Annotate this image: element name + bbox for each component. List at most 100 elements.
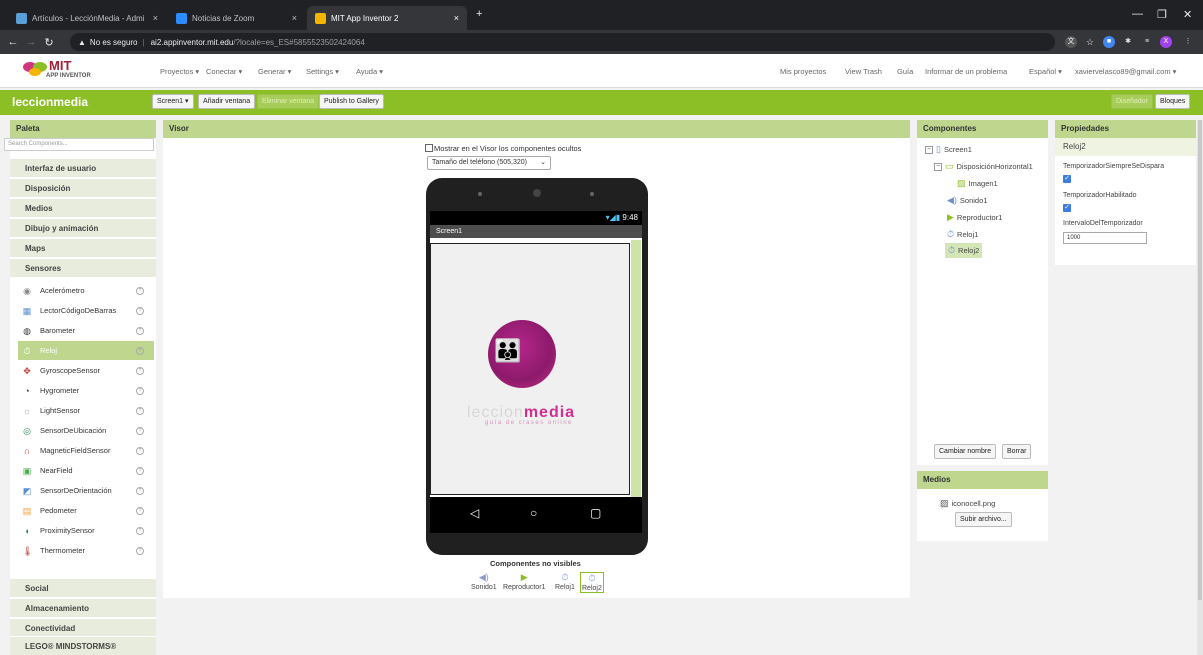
phone-size-select[interactable]: Tamaño del teléfono (505,320) ⌄ — [427, 156, 551, 170]
palette-item-magnetic[interactable]: ∩ MagneticFieldSensor? — [18, 441, 154, 460]
help-icon[interactable]: ? — [136, 466, 144, 475]
designer-button[interactable]: Diseñador — [1111, 94, 1153, 109]
category-disposicion[interactable]: Disposición — [10, 178, 156, 197]
close-tab-icon[interactable]: × — [454, 13, 459, 23]
link-view-trash[interactable]: View Trash — [845, 67, 882, 76]
tree-item-reloj1[interactable]: ⏱ Reloj1 — [947, 229, 978, 240]
palette-item-reloj[interactable]: ⏱ Reloj? — [18, 341, 154, 360]
palette-item-thermometer[interactable]: 🌡 Thermometer? — [18, 541, 154, 560]
page-scrollbar-thumb[interactable] — [1198, 120, 1202, 600]
minimize-icon[interactable]: — — [1132, 8, 1143, 20]
profile-avatar[interactable]: X — [1160, 36, 1172, 48]
close-window-icon[interactable]: ✕ — [1183, 8, 1192, 21]
help-icon[interactable]: ? — [136, 346, 144, 355]
help-icon[interactable]: ? — [136, 486, 144, 495]
puzzle-icon[interactable]: ✱ — [1122, 36, 1134, 48]
language-select[interactable]: Español ▾ — [1029, 67, 1062, 76]
translate-icon[interactable]: 文 — [1065, 36, 1077, 48]
nonvisible-reproductor1[interactable]: ▶ Reproductor1 — [503, 572, 545, 591]
account-menu[interactable]: xaviervelasco89@gmail.com ▾ — [1075, 67, 1176, 76]
browser-tab-active[interactable]: MIT App Inventor 2 × — [307, 6, 467, 30]
help-icon[interactable]: ? — [136, 446, 144, 455]
component-search-input[interactable]: Search Components... — [4, 138, 154, 151]
upload-button[interactable]: Subir archivo... — [955, 512, 1012, 527]
palette-item-hygrometer[interactable]: ◔ Hygrometer? — [18, 381, 154, 400]
help-icon[interactable]: ? — [136, 306, 144, 315]
collapse-icon[interactable]: − — [925, 145, 933, 154]
reload-icon[interactable]: ↻ — [40, 36, 58, 49]
category-social[interactable]: Social — [10, 578, 156, 597]
palette-item-lightsensor[interactable]: ☼ LightSensor? — [18, 401, 154, 420]
nonvisible-reloj2[interactable]: ⏱ Reloj2 — [580, 572, 604, 593]
browser-tab[interactable]: Artículos - LecciónMedia - Admi × — [8, 6, 166, 30]
tree-item-reloj2[interactable]: ⏱ Reloj2 — [945, 243, 983, 258]
prop-checkbox-timer-always-fires[interactable]: ✓ — [1063, 175, 1071, 183]
close-tab-icon[interactable]: × — [153, 13, 158, 23]
category-sensores[interactable]: Sensores — [10, 258, 156, 277]
nonvisible-reloj1[interactable]: ⏱ Reloj1 — [555, 572, 575, 591]
category-dibujo-animacion[interactable]: Dibujo y animación — [10, 218, 156, 237]
publish-gallery-button[interactable]: Publish to Gallery — [319, 94, 384, 109]
category-almacenamiento[interactable]: Almacenamiento — [10, 598, 156, 617]
menu-ayuda[interactable]: Ayuda ▾ — [356, 67, 383, 76]
category-maps[interactable]: Maps — [10, 238, 156, 257]
collapse-icon[interactable]: − — [934, 162, 942, 171]
mit-app-inventor-logo[interactable]: MIT APP INVENTOR — [22, 58, 112, 84]
help-icon[interactable]: ? — [136, 386, 144, 395]
palette-item-gyroscope[interactable]: ✥ GyroscopeSensor? — [18, 361, 154, 380]
palette-item-proximity[interactable]: ◖ ProximitySensor? — [18, 521, 154, 540]
palette-item-nearfield[interactable]: ▣ NearField? — [18, 461, 154, 480]
link-report-problem[interactable]: Informar de un problema — [925, 67, 1007, 76]
category-interfaz-usuario[interactable]: Interfaz de usuario — [10, 158, 156, 177]
browser-tab[interactable]: Noticias de Zoom × — [168, 6, 305, 30]
help-icon[interactable]: ? — [136, 406, 144, 415]
menu-proyectos[interactable]: Proyectos ▾ — [160, 67, 199, 76]
help-icon[interactable]: ? — [136, 326, 144, 335]
star-icon[interactable]: ☆ — [1084, 36, 1096, 48]
tree-item-imagen1[interactable]: ▨ Imagen1 — [957, 178, 998, 189]
help-icon[interactable]: ? — [136, 526, 144, 535]
show-hidden-checkbox[interactable] — [425, 144, 433, 152]
menu-conectar[interactable]: Conectar ▾ — [206, 67, 242, 76]
add-window-button[interactable]: Añadir ventana — [198, 94, 256, 109]
help-icon[interactable]: ? — [136, 546, 144, 555]
extension-icon[interactable]: ■ — [1103, 36, 1115, 48]
media-file[interactable]: ▨ iconocell.png — [940, 498, 995, 509]
category-medios[interactable]: Medios — [10, 198, 156, 217]
browser-menu-icon[interactable]: ⋮ — [1182, 36, 1194, 48]
help-icon[interactable]: ? — [136, 426, 144, 435]
category-conectividad[interactable]: Conectividad — [10, 618, 156, 637]
nonvisible-sonido1[interactable]: ◀) Sonido1 — [471, 572, 497, 591]
menu-settings[interactable]: Settings ▾ — [306, 67, 339, 76]
palette-item-barometer[interactable]: ◍ Barometer? — [18, 321, 154, 340]
link-guia[interactable]: Guía — [897, 67, 913, 76]
tree-item-disposicion[interactable]: − ▭ DisposiciónHorizontal1 — [934, 161, 1033, 172]
forward-icon[interactable]: → — [22, 36, 40, 48]
remove-window-button[interactable]: Eliminar ventana — [257, 94, 320, 109]
help-icon[interactable]: ? — [136, 506, 144, 515]
link-mis-proyectos[interactable]: Mis proyectos — [780, 67, 826, 76]
rename-button[interactable]: Cambiar nombre — [934, 444, 997, 459]
delete-button[interactable]: Borrar — [1002, 444, 1032, 459]
timer-interval-input[interactable]: 1000 — [1063, 232, 1147, 244]
screen-select-button[interactable]: Screen1 ▾ — [152, 94, 194, 109]
close-tab-icon[interactable]: × — [292, 13, 297, 23]
palette-item-acelerometro[interactable]: ◉ Acelerómetro? — [18, 281, 154, 300]
blocks-button[interactable]: Bloques — [1155, 94, 1191, 109]
tree-item-sonido1[interactable]: ◀) Sonido1 — [947, 195, 987, 206]
palette-item-orientacion[interactable]: ◩ SensorDeOrientación? — [18, 481, 154, 500]
category-lego-mindstorms[interactable]: LEGO® MINDSTORMS® — [10, 636, 156, 655]
help-icon[interactable]: ? — [136, 366, 144, 375]
help-icon[interactable]: ? — [136, 286, 144, 295]
palette-item-ubicacion[interactable]: ◎ SensorDeUbicación? — [18, 421, 154, 440]
menu-generar[interactable]: Generar ▾ — [258, 67, 291, 76]
prop-checkbox-timer-enabled[interactable]: ✓ — [1063, 204, 1071, 212]
back-icon[interactable]: ← — [4, 36, 22, 48]
new-tab-button[interactable]: + — [476, 8, 482, 20]
palette-item-lector-codigo[interactable]: ▦ LectorCódigoDeBarras? — [18, 301, 154, 320]
tree-item-reproductor1[interactable]: ▶ Reproductor1 — [947, 212, 1002, 223]
palette-item-pedometer[interactable]: ▤ Pedometer? — [18, 501, 154, 520]
tree-item-screen1[interactable]: − ▯ Screen1 — [925, 144, 972, 155]
url-input[interactable]: ▲ No es seguro | ai2.appinventor.mit.edu… — [70, 33, 1055, 51]
reading-list-icon[interactable]: ≡ — [1141, 36, 1153, 48]
